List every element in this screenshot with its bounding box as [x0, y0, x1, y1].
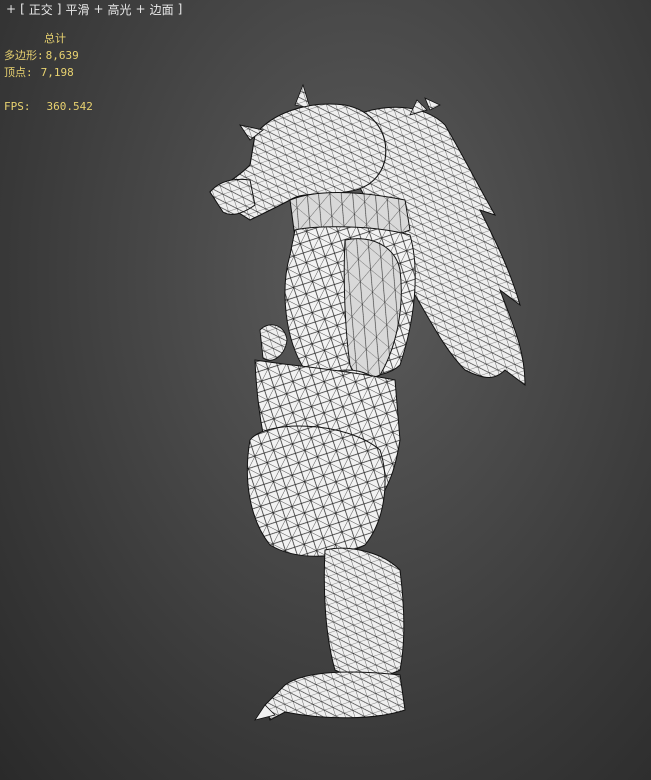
- viewport-view-label[interactable]: 正交: [29, 1, 53, 18]
- vertices-value: 7,198: [40, 66, 74, 79]
- belt-mesh: [259, 324, 288, 361]
- viewport-highlight-label[interactable]: 高光: [108, 1, 132, 18]
- stats-title: 总计: [44, 32, 66, 45]
- viewport-shading-label[interactable]: 平滑: [65, 1, 89, 18]
- fps-label: FPS:: [4, 100, 31, 113]
- viewport-edges-label[interactable]: 边面: [150, 1, 174, 18]
- polygons-value: 8,639: [45, 49, 79, 62]
- viewport-plus-3: +: [135, 2, 146, 16]
- foot-mesh: [254, 671, 406, 721]
- viewport-shading-bracket[interactable]: ]: [57, 2, 62, 16]
- polygons-label: 多边形:: [4, 49, 44, 62]
- viewport-label-menu[interactable]: + [ 正交 ] 平滑 + 高光 + 边面 ]: [6, 0, 182, 18]
- fps-value: 360.542: [46, 100, 93, 113]
- viewport-view-bracket[interactable]: [: [20, 2, 25, 16]
- viewport-menu-plus[interactable]: +: [6, 2, 16, 16]
- vertices-label: 顶点:: [4, 66, 33, 79]
- thigh-mesh: [246, 425, 386, 557]
- viewport-menu-close-bracket: ]: [177, 2, 183, 16]
- shin-mesh: [323, 547, 405, 678]
- viewport-plus-2: +: [93, 2, 104, 16]
- werewolf-wireframe-model[interactable]: [195, 80, 535, 730]
- statistics-overlay: 总计 多边形: 8,639 顶点: 7,198 FPS: 360.542: [4, 30, 93, 115]
- 3d-viewport[interactable]: + [ 正交 ] 平滑 + 高光 + 边面 ] 总计 多边形: 8,639 顶点…: [0, 0, 651, 780]
